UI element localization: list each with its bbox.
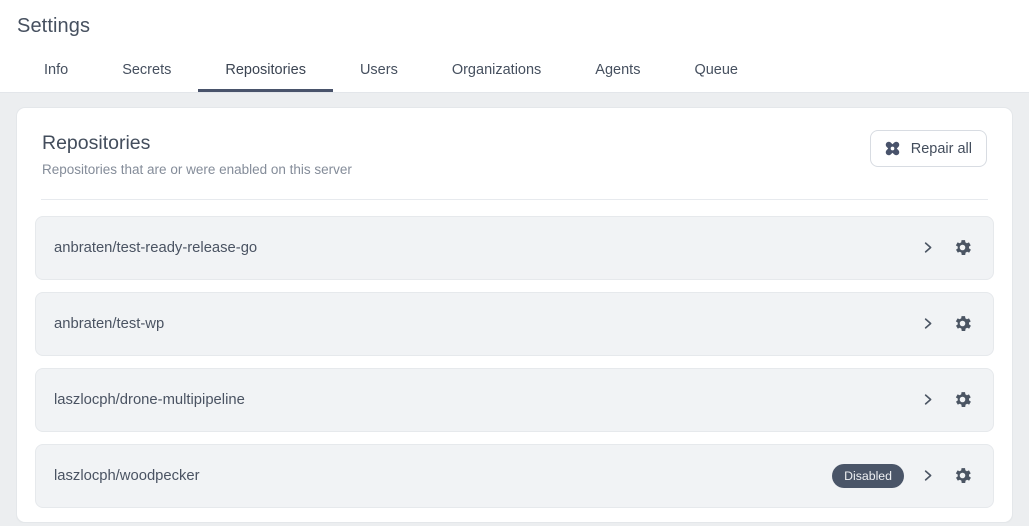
chevron-right-icon[interactable]: [920, 468, 935, 483]
repositories-card: Repositories Repositories that are or we…: [16, 107, 1013, 523]
tab-agents[interactable]: Agents: [568, 50, 667, 92]
repositories-card-titles: Repositories Repositories that are or we…: [42, 130, 352, 179]
gear-icon[interactable]: [952, 465, 973, 486]
repository-row-actions: [920, 389, 973, 410]
repository-row[interactable]: laszlocph/woodpecker Disabled: [35, 443, 994, 508]
tab-users[interactable]: Users: [333, 50, 425, 92]
settings-content: Repositories Repositories that are or we…: [0, 93, 1029, 523]
repositories-subtitle: Repositories that are or were enabled on…: [42, 162, 352, 178]
settings-tab-bar: Info Secrets Repositories Users Organiza…: [0, 50, 1029, 92]
page-title: Settings: [17, 15, 91, 37]
repository-row-actions: [920, 237, 973, 258]
repository-row-actions: [920, 313, 973, 334]
tab-queue[interactable]: Queue: [667, 50, 765, 92]
repository-name: laszlocph/woodpecker: [54, 467, 200, 484]
repository-row[interactable]: laszlocph/drone-multipipeline: [35, 367, 994, 432]
repository-row-actions: [920, 465, 973, 486]
tab-repositories[interactable]: Repositories: [198, 50, 333, 92]
repositories-card-header: Repositories Repositories that are or we…: [17, 108, 1012, 179]
repository-name: laszlocph/drone-multipipeline: [54, 391, 245, 408]
tab-info[interactable]: Info: [17, 50, 95, 92]
settings-topbar: Settings Info Secrets Repositories Users…: [0, 0, 1029, 93]
gear-icon[interactable]: [952, 237, 973, 258]
tab-organizations[interactable]: Organizations: [425, 50, 568, 92]
chevron-right-icon[interactable]: [920, 316, 935, 331]
gear-icon[interactable]: [952, 313, 973, 334]
chevron-right-icon[interactable]: [920, 392, 935, 407]
repository-row[interactable]: anbraten/test-ready-release-go: [35, 215, 994, 280]
repositories-heading: Repositories: [42, 132, 151, 154]
repair-plaster-icon: [883, 139, 902, 158]
gear-icon[interactable]: [952, 389, 973, 410]
tab-secrets[interactable]: Secrets: [95, 50, 198, 92]
status-badge: Disabled: [832, 463, 904, 488]
repository-name: anbraten/test-ready-release-go: [54, 239, 258, 256]
repository-list: anbraten/test-ready-release-go anbraten/…: [17, 200, 1012, 522]
repair-all-button[interactable]: Repair all: [869, 130, 987, 167]
repository-row[interactable]: anbraten/test-wp: [35, 291, 994, 356]
repository-name: anbraten/test-wp: [54, 315, 165, 332]
repair-all-label: Repair all: [910, 140, 972, 157]
chevron-right-icon[interactable]: [920, 240, 935, 255]
